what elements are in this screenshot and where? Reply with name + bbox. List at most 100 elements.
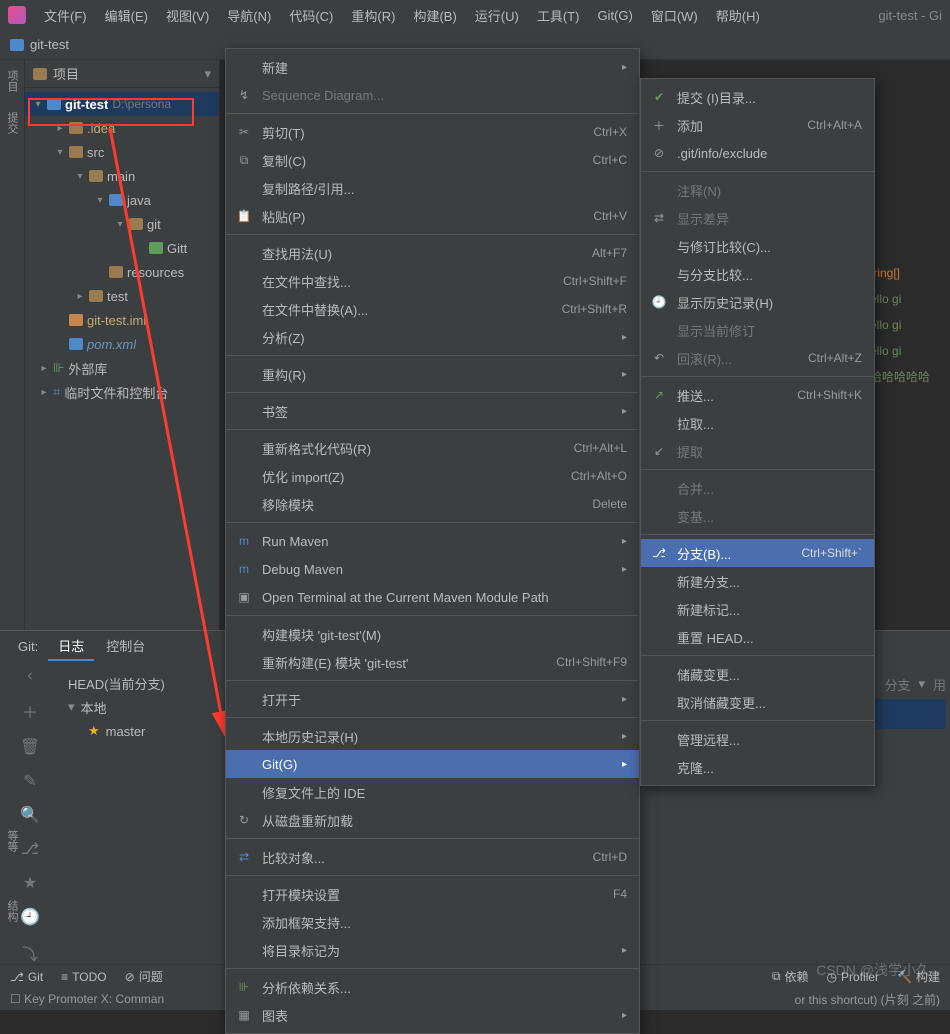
menu-tools[interactable]: 工具(T) — [529, 2, 588, 29]
star-icon[interactable]: ★ — [23, 873, 37, 893]
git-commit[interactable]: ✔提交 (I)目录... — [641, 83, 874, 111]
git-tab-log[interactable]: 日志 — [48, 632, 94, 661]
side-tab-structure[interactable]: 结构 — [4, 900, 20, 922]
menu-reload-disk[interactable]: ↻从磁盘重新加载 — [226, 806, 639, 834]
edit-icon[interactable]: ✎ — [23, 771, 36, 791]
menu-find-in-files[interactable]: 在文件中查找...Ctrl+Shift+F — [226, 267, 639, 295]
menu-window[interactable]: 窗口(W) — [643, 2, 706, 29]
menu-mark-dir[interactable]: 将目录标记为▸ — [226, 936, 639, 964]
menu-sequence-diagram[interactable]: ↯Sequence Diagram... — [226, 81, 639, 109]
branch-icon[interactable]: ⎇ — [21, 839, 39, 859]
menu-file[interactable]: 文件(F) — [36, 2, 95, 29]
menu-module-settings[interactable]: 打开模块设置F4 — [226, 880, 639, 908]
git-exclude[interactable]: ⊘.git/info/exclude — [641, 139, 874, 167]
delete-icon[interactable]: 🗑 — [20, 737, 40, 757]
git-compare-branch[interactable]: 与分支比较... — [641, 260, 874, 288]
menu-reformat[interactable]: 重新格式化代码(R)Ctrl+Alt+L — [226, 434, 639, 462]
menu-add-framework[interactable]: 添加框架支持... — [226, 908, 639, 936]
git-add[interactable]: ＋添加Ctrl+Alt+A — [641, 111, 874, 139]
menu-diagram[interactable]: ▦图表▸ — [226, 1001, 639, 1029]
menu-compare[interactable]: ⇄比较对象...Ctrl+D — [226, 843, 639, 871]
menu-find-usages[interactable]: 查找用法(U)Alt+F7 — [226, 239, 639, 267]
tree-class[interactable]: Gitt — [25, 236, 219, 260]
tree-java[interactable]: ▾java — [25, 188, 219, 212]
branch-head[interactable]: HEAD(当前分支) — [68, 671, 212, 695]
git-new-tag[interactable]: 新建标记... — [641, 595, 874, 623]
breadcrumb-project[interactable]: git-test — [30, 37, 69, 52]
git-pull[interactable]: 拉取... — [641, 409, 874, 437]
git-push[interactable]: ↗推送...Ctrl+Shift+K — [641, 381, 874, 409]
side-tab-project[interactable]: 项目 — [4, 70, 20, 92]
bb-deps[interactable]: ⧉依赖 — [772, 968, 809, 985]
git-reset-head[interactable]: 重置 HEAD... — [641, 623, 874, 651]
tree-idea[interactable]: ▸.idea — [25, 116, 219, 140]
menu-paste[interactable]: 📋粘贴(P)Ctrl+V — [226, 202, 639, 230]
menu-copy[interactable]: ⧉复制(C)Ctrl+C — [226, 146, 639, 174]
tree-pom[interactable]: pom.xml — [25, 332, 219, 356]
bb-git[interactable]: ⎇Git — [10, 970, 43, 984]
menu-git[interactable]: Git(G) — [589, 4, 640, 27]
menu-run-maven[interactable]: mRun Maven▸ — [226, 527, 639, 555]
branch-local[interactable]: ▾本地 — [68, 695, 212, 719]
menu-optimize-imports[interactable]: 优化 import(Z)Ctrl+Alt+O — [226, 462, 639, 490]
git-show-history[interactable]: 🕘显示历史记录(H) — [641, 288, 874, 316]
menu-replace-in-files[interactable]: 在文件中替换(A)...Ctrl+Shift+R — [226, 295, 639, 323]
history-icon[interactable]: 🕘 — [20, 907, 40, 927]
git-tab-console[interactable]: 控制台 — [96, 632, 155, 661]
branch-master[interactable]: ★master — [68, 719, 212, 743]
git-stash[interactable]: 储藏变更... — [641, 660, 874, 688]
cherry-pick-icon[interactable]: ⤵ — [22, 941, 38, 965]
tree-scratches[interactable]: ▸⌗临时文件和控制台 — [25, 380, 219, 404]
menu-run[interactable]: 运行(U) — [467, 2, 527, 29]
menu-nav[interactable]: 导航(N) — [219, 2, 279, 29]
menu-build[interactable]: 构建(B) — [405, 2, 464, 29]
tree-iml[interactable]: git-test.iml — [25, 308, 219, 332]
git-unstash[interactable]: 取消储藏变更... — [641, 688, 874, 716]
menu-copy-path[interactable]: 复制路径/引用... — [226, 174, 639, 202]
menu-open-terminal-maven[interactable]: ▣Open Terminal at the Current Maven Modu… — [226, 583, 639, 611]
tree-resources[interactable]: resources — [25, 260, 219, 284]
tree-root[interactable]: ▾ git-test D:\persona — [25, 92, 219, 116]
menu-help[interactable]: 帮助(H) — [708, 2, 768, 29]
menu-open-in[interactable]: 打开于▸ — [226, 685, 639, 713]
menu-bookmarks[interactable]: 书签▸ — [226, 397, 639, 425]
tree-external-libs[interactable]: ▸⊪外部库 — [25, 356, 219, 380]
menu-view[interactable]: 视图(V) — [158, 2, 217, 29]
menu-remove-module[interactable]: 移除模块Delete — [226, 490, 639, 518]
git-manage-remote[interactable]: 管理远程... — [641, 725, 874, 753]
menu-new[interactable]: 新建▸ — [226, 53, 639, 81]
menu-analyze[interactable]: 分析(Z)▸ — [226, 323, 639, 351]
filter-user[interactable]: 用 — [933, 675, 946, 694]
menu-cut[interactable]: ✂剪切(T)Ctrl+X — [226, 118, 639, 146]
menu-debug-maven[interactable]: mDebug Maven▸ — [226, 555, 639, 583]
menu-edit[interactable]: 编辑(E) — [97, 2, 156, 29]
tree-git-pkg[interactable]: ▾git — [25, 212, 219, 236]
menu-dep-analysis[interactable]: ⊪分析依赖关系... — [226, 973, 639, 1001]
filter-branch[interactable]: 分支 — [884, 675, 910, 694]
menu-code[interactable]: 代码(C) — [281, 2, 341, 29]
side-tab-commit[interactable]: 提交 — [4, 112, 20, 134]
menu-git[interactable]: Git(G)▸ — [226, 750, 639, 778]
menu-rebuild[interactable]: 重新构建(E) 模块 'git-test'Ctrl+Shift+F9 — [226, 648, 639, 676]
menu-refactor[interactable]: 重构(R) — [343, 2, 403, 29]
add-icon[interactable]: ＋ — [22, 699, 38, 723]
git-clone[interactable]: 克隆... — [641, 753, 874, 781]
menu-refactor[interactable]: 重构(R)▸ — [226, 360, 639, 388]
side-tab-equals[interactable]: 等等 — [4, 830, 20, 852]
menu-repair-ide[interactable]: 修复文件上的 IDE — [226, 778, 639, 806]
git-branches[interactable]: ⎇分支(B)...Ctrl+Shift+` — [641, 539, 874, 567]
bb-profiler[interactable]: ◷Profiler — [827, 970, 880, 984]
git-compare-rev[interactable]: 与修订比较(C)... — [641, 232, 874, 260]
search-icon[interactable]: 🔍 — [20, 805, 40, 825]
bb-todo[interactable]: ≡TODO — [61, 970, 106, 984]
tree-src[interactable]: ▾src — [25, 140, 219, 164]
menu-build-module[interactable]: 构建模块 'git-test'(M) — [226, 620, 639, 648]
bb-problems[interactable]: ⊘问题 — [125, 968, 163, 985]
menu-local-history[interactable]: 本地历史记录(H)▸ — [226, 722, 639, 750]
git-new-branch[interactable]: 新建分支... — [641, 567, 874, 595]
tree-main[interactable]: ▾main — [25, 164, 219, 188]
dropdown-icon[interactable]: ▾ — [204, 66, 211, 82]
nav-back-icon[interactable]: ‹ — [27, 667, 32, 685]
project-header[interactable]: 项目 ▾ — [25, 60, 219, 88]
tree-test[interactable]: ▸test — [25, 284, 219, 308]
